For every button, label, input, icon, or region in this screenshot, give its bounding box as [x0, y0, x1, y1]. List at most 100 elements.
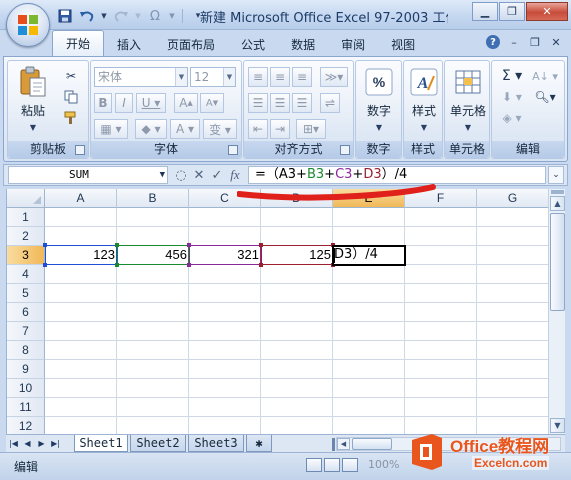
align-right-button[interactable]: ☰: [292, 93, 312, 113]
font-name-dropdown-icon[interactable]: ▼: [175, 68, 187, 86]
page-break-view-icon[interactable]: [342, 458, 358, 472]
tab-insert[interactable]: 插入: [104, 32, 154, 56]
vertical-scroll-thumb[interactable]: [550, 213, 565, 311]
format-painter-icon[interactable]: [62, 109, 80, 127]
undo-dropdown-icon[interactable]: ▼: [100, 8, 108, 24]
tab-view[interactable]: 视图: [378, 32, 428, 56]
row-header-9[interactable]: 9: [7, 360, 45, 379]
decrease-font-button[interactable]: A ▼: [200, 93, 224, 113]
formula-input[interactable]: =（A3+B3+C3+D3）/4: [248, 166, 546, 184]
fill-icon[interactable]: ⬇ ▾: [498, 88, 526, 106]
first-sheet-icon[interactable]: |◀: [8, 437, 19, 450]
formula-bar-toggle-icon[interactable]: ◌: [174, 168, 188, 183]
cells-dropdown-icon[interactable]: ▼: [465, 123, 471, 132]
symbol-dropdown-icon[interactable]: ▼: [168, 8, 176, 24]
undo-icon[interactable]: [78, 8, 96, 24]
styles-dropdown-icon[interactable]: ▼: [421, 123, 427, 132]
tab-data[interactable]: 数据: [278, 32, 328, 56]
cell-a3[interactable]: 123: [45, 246, 117, 265]
alignment-launcher-icon[interactable]: [340, 145, 350, 155]
tab-home[interactable]: 开始: [52, 30, 105, 56]
find-select-icon[interactable]: 🔍︎▾: [530, 88, 560, 106]
office-button[interactable]: [6, 3, 50, 47]
scroll-up-icon[interactable]: ▲: [550, 196, 565, 211]
sort-filter-icon[interactable]: A↓ ▾: [530, 67, 560, 85]
insert-sheet-icon[interactable]: ✱: [246, 435, 272, 452]
next-sheet-icon[interactable]: ▶: [36, 437, 47, 450]
last-sheet-icon[interactable]: ▶|: [50, 437, 61, 450]
tab-formulas[interactable]: 公式: [228, 32, 278, 56]
phonetic-button[interactable]: 变 ▾: [203, 119, 237, 139]
paste-dropdown-icon[interactable]: ▼: [30, 123, 36, 132]
column-header-d[interactable]: D: [261, 189, 333, 208]
row-header-10[interactable]: 10: [7, 379, 45, 398]
align-bottom-button[interactable]: ≡: [292, 67, 312, 87]
align-top-button[interactable]: ≡: [248, 67, 268, 87]
merge-center-button[interactable]: ⊞▾: [296, 119, 326, 139]
name-box-dropdown-icon[interactable]: ▼: [160, 167, 165, 183]
prev-sheet-icon[interactable]: ◀: [22, 437, 33, 450]
horizontal-scroll-thumb[interactable]: [352, 438, 392, 450]
column-header-a[interactable]: A: [45, 189, 117, 208]
column-header-e[interactable]: E: [333, 189, 405, 208]
sheet-tab-sheet3[interactable]: Sheet3: [188, 435, 244, 452]
align-left-button[interactable]: ☰: [248, 93, 268, 113]
paste-button[interactable]: 粘贴 ▼: [11, 66, 55, 136]
increase-indent-button[interactable]: ⇥: [270, 119, 290, 139]
font-size-combo[interactable]: 12 ▼: [190, 67, 236, 87]
page-layout-view-icon[interactable]: [324, 458, 340, 472]
row-header-1[interactable]: 1: [7, 208, 45, 227]
styles-button[interactable]: A 样式 ▼: [402, 66, 446, 136]
workbook-close-icon[interactable]: ✕: [549, 35, 563, 49]
close-button[interactable]: ✕: [526, 2, 568, 21]
tab-split-handle[interactable]: [332, 438, 335, 451]
restore-button[interactable]: ❐: [499, 2, 525, 21]
decrease-indent-button[interactable]: ⇤: [248, 119, 268, 139]
cell-area[interactable]: 123 456 321 125 D3）/4: [43, 208, 548, 434]
cell-d3[interactable]: 125: [261, 246, 333, 265]
clipboard-launcher-icon[interactable]: [75, 145, 85, 155]
borders-button[interactable]: ▦ ▾: [94, 119, 128, 139]
column-header-f[interactable]: F: [405, 189, 477, 208]
increase-font-button[interactable]: A ▲: [174, 93, 198, 113]
scroll-left-icon[interactable]: ◀: [337, 438, 350, 450]
align-middle-button[interactable]: ≡: [270, 67, 290, 87]
font-color-button[interactable]: A ▾: [170, 119, 200, 139]
tab-page-layout[interactable]: 页面布局: [154, 32, 228, 56]
omega-symbol-icon[interactable]: Ω: [146, 8, 164, 24]
expand-formula-bar-icon[interactable]: ⌄: [548, 166, 564, 184]
workbook-restore-icon[interactable]: ❐: [528, 35, 542, 49]
cell-c3[interactable]: 321: [189, 246, 261, 265]
wrap-text-button[interactable]: ⇌: [320, 93, 340, 113]
fill-handle[interactable]: [403, 263, 404, 264]
row-header-8[interactable]: 8: [7, 341, 45, 360]
cell-b3[interactable]: 456: [117, 246, 189, 265]
insert-function-icon[interactable]: fx: [228, 167, 242, 182]
vertical-split-handle[interactable]: [551, 190, 564, 194]
font-launcher-icon[interactable]: [228, 145, 238, 155]
row-header-4[interactable]: 4: [7, 265, 45, 284]
vertical-scrollbar[interactable]: ▲ ▼: [548, 189, 565, 434]
font-size-dropdown-icon[interactable]: ▼: [223, 68, 235, 86]
active-cell-e3[interactable]: D3）/4: [332, 245, 406, 266]
clear-icon[interactable]: ◈ ▾: [498, 109, 526, 127]
cut-icon[interactable]: ✂: [62, 67, 80, 85]
select-all-corner[interactable]: [7, 189, 45, 208]
zoom-level[interactable]: 100%: [368, 458, 399, 471]
name-box[interactable]: SUM ▼: [8, 166, 168, 184]
minimize-button[interactable]: ▁: [472, 2, 498, 21]
row-header-7[interactable]: 7: [7, 322, 45, 341]
column-header-c[interactable]: C: [189, 189, 261, 208]
tab-review[interactable]: 审阅: [328, 32, 378, 56]
copy-icon[interactable]: [62, 88, 80, 106]
row-header-2[interactable]: 2: [7, 227, 45, 246]
cells-button[interactable]: 单元格 ▼: [446, 66, 490, 136]
sheet-tab-sheet1[interactable]: Sheet1: [74, 435, 128, 452]
row-header-12[interactable]: 12: [7, 417, 45, 434]
sheet-tab-sheet2[interactable]: Sheet2: [130, 435, 186, 452]
orientation-button[interactable]: ≫▾: [320, 67, 348, 87]
redo-dropdown-icon[interactable]: ▼: [134, 8, 142, 24]
underline-button[interactable]: U ▾: [136, 93, 166, 113]
italic-button[interactable]: I: [115, 93, 133, 113]
number-format-button[interactable]: % 数字 ▼: [357, 66, 401, 136]
